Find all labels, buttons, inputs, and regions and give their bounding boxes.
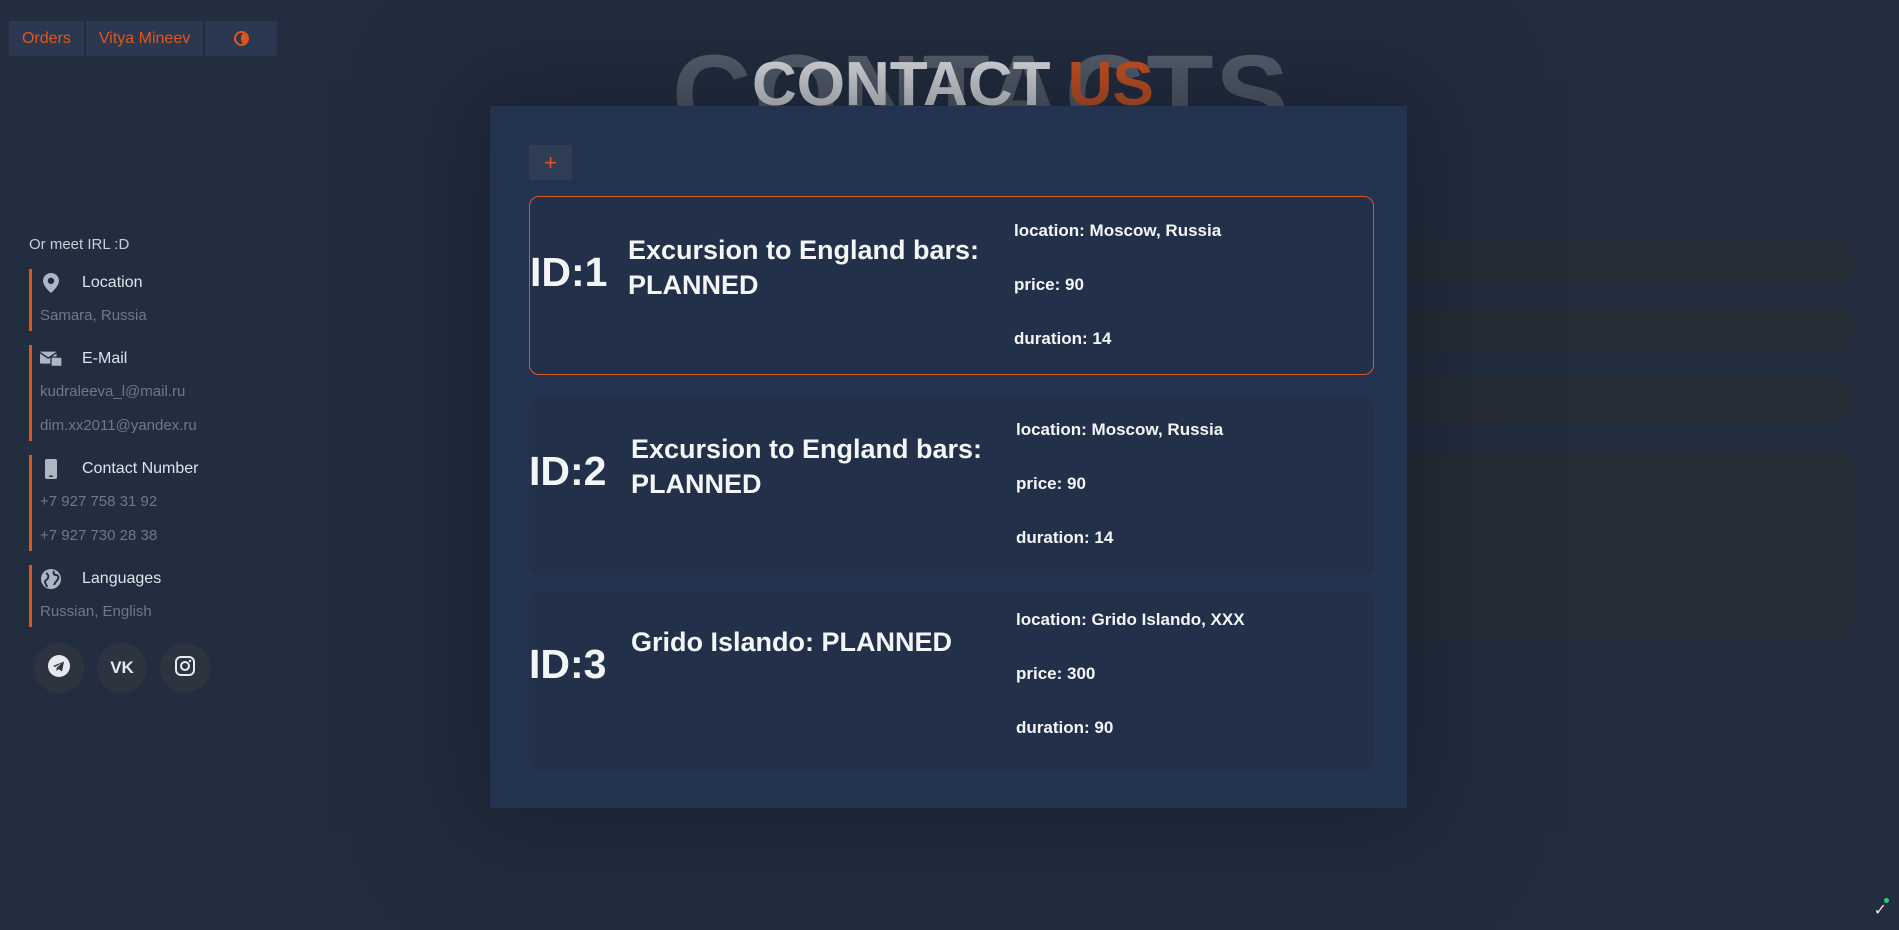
location-label: Location xyxy=(82,274,143,291)
globe-icon xyxy=(40,569,62,589)
email-value-1[interactable]: kudraleeva_l@mail.ru xyxy=(40,373,289,407)
phone-block: Contact Number +7 927 758 31 92 +7 927 7… xyxy=(29,455,289,551)
vk-button[interactable]: VK xyxy=(97,643,147,693)
vk-icon: VK xyxy=(110,658,134,677)
order-card-1[interactable]: ID:1 Excursion to England bars: PLANNED … xyxy=(529,196,1374,375)
phone-value-1[interactable]: +7 927 758 31 92 xyxy=(40,483,289,517)
order-duration: duration: 14 xyxy=(1014,329,1112,348)
order-card-2[interactable]: ID:2 Excursion to England bars: PLANNED … xyxy=(529,396,1374,575)
location-block: Location Samara, Russia xyxy=(29,269,289,331)
order-price: price: 300 xyxy=(1016,664,1096,683)
order-details: location: Moscow, Russia price: 90 durat… xyxy=(1014,221,1221,383)
name-field[interactable] xyxy=(1380,238,1854,284)
order-price: price: 90 xyxy=(1014,275,1084,294)
phone-icon xyxy=(40,459,62,479)
orders-button[interactable]: Orders xyxy=(9,21,84,56)
phone-label: Contact Number xyxy=(82,460,199,477)
email-field[interactable] xyxy=(1380,308,1854,354)
order-title: Excursion to England bars: PLANNED xyxy=(631,434,983,499)
location-value: Samara, Russia xyxy=(40,307,147,324)
contact-sidebar: Or meet IRL :D Location Samara, Russia E… xyxy=(29,236,289,693)
order-price: price: 90 xyxy=(1016,474,1086,493)
message-field[interactable] xyxy=(1380,452,1854,642)
languages-block: Languages Russian, English xyxy=(29,565,289,627)
mail-icon xyxy=(40,349,62,369)
phone-value-2[interactable]: +7 927 730 28 38 xyxy=(40,517,289,551)
email-value-2[interactable]: dim.xx2011@yandex.ru xyxy=(40,407,289,441)
subject-field[interactable] xyxy=(1380,378,1854,424)
checkmark-icon[interactable]: ✓ xyxy=(1874,900,1887,920)
add-order-button[interactable]: + xyxy=(529,145,572,180)
order-location: location: Grido Islando, XXX xyxy=(1016,610,1245,629)
languages-value: Russian, English xyxy=(40,603,152,620)
instagram-button[interactable] xyxy=(160,643,210,693)
sidebar-intro: Or meet IRL :D xyxy=(29,236,130,253)
order-id: ID:1 xyxy=(530,249,608,295)
social-links: VK xyxy=(34,643,289,693)
order-id: ID:2 xyxy=(529,448,607,494)
location-pin-icon xyxy=(40,273,62,293)
top-nav: Orders Vitya Mineev xyxy=(9,21,278,56)
order-location: location: Moscow, Russia xyxy=(1014,221,1222,240)
order-location: location: Moscow, Russia xyxy=(1016,420,1224,439)
order-duration: duration: 14 xyxy=(1016,528,1114,547)
order-title: Excursion to England bars: PLANNED xyxy=(628,235,980,300)
order-card-3[interactable]: ID:3 Grido Islando: PLANNED location: Gr… xyxy=(529,591,1374,770)
user-button[interactable]: Vitya Mineev xyxy=(85,21,204,56)
status-dot xyxy=(1884,898,1889,903)
orders-modal: + ID:1 Excursion to England bars: PLANNE… xyxy=(490,106,1407,808)
email-block: E-Mail kudraleeva_l@mail.ru dim.xx2011@y… xyxy=(29,345,289,441)
telegram-button[interactable] xyxy=(34,643,84,693)
order-title: Grido Islando: PLANNED xyxy=(631,627,953,657)
order-duration: duration: 90 xyxy=(1016,718,1114,737)
theme-toggle-icon xyxy=(233,31,249,46)
order-details: location: Grido Islando, XXX price: 300 … xyxy=(1016,610,1245,772)
telegram-icon xyxy=(48,654,70,682)
email-label: E-Mail xyxy=(82,350,128,367)
instagram-icon xyxy=(175,655,195,681)
languages-label: Languages xyxy=(82,570,162,587)
order-id: ID:3 xyxy=(529,641,607,687)
order-details: location: Moscow, Russia price: 90 durat… xyxy=(1016,420,1223,582)
theme-toggle-button[interactable] xyxy=(205,21,278,56)
